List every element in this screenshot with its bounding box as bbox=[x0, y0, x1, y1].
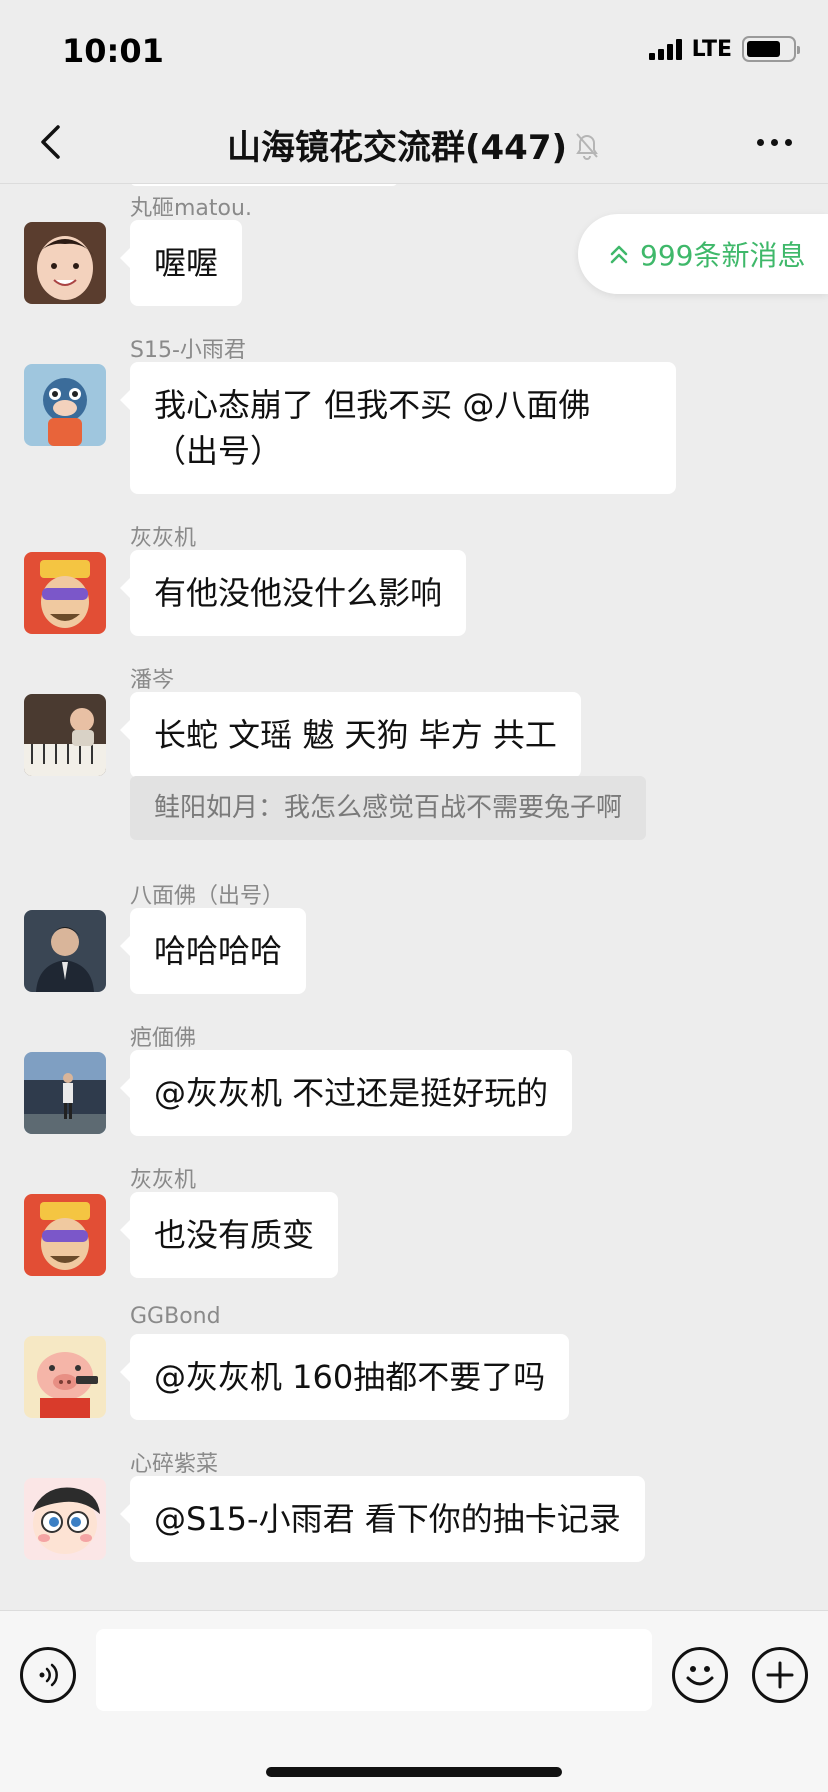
dot bbox=[784, 138, 792, 146]
message-bubble[interactable]: 长蛇 文瑶 魃 天狗 毕方 共工 bbox=[120, 692, 581, 778]
input-bar bbox=[0, 1610, 828, 1792]
chat-title-text: 山海镜花交流群(447) bbox=[226, 128, 568, 168]
network-type: LTE bbox=[691, 36, 732, 62]
battery-fill bbox=[747, 41, 780, 57]
dot bbox=[770, 138, 778, 146]
avatar[interactable] bbox=[24, 552, 106, 634]
sender-name: 灰灰机 bbox=[130, 526, 197, 551]
chat-header: 山海镜花交流群(447) bbox=[0, 100, 828, 184]
avatar-image bbox=[24, 222, 106, 304]
status-bar: 10:01 LTE bbox=[0, 0, 828, 100]
avatar[interactable] bbox=[24, 364, 106, 446]
avatar-image bbox=[24, 1336, 106, 1418]
new-messages-label: 999条新消息 bbox=[640, 239, 806, 272]
mute-bell-icon bbox=[576, 132, 598, 160]
sender-name: 疤偭佛 bbox=[130, 1026, 197, 1051]
partial-message-bubble bbox=[130, 184, 398, 186]
voice-input-button[interactable] bbox=[20, 1647, 76, 1703]
sender-name: S15-小雨君 bbox=[130, 338, 246, 363]
plus-icon bbox=[766, 1661, 794, 1689]
avatar-image bbox=[24, 1194, 106, 1276]
quoted-message[interactable]: 鲑阳如月：我怎么感觉百战不需要兔子啊 bbox=[130, 776, 647, 840]
more-actions-button[interactable] bbox=[752, 1647, 808, 1703]
dot bbox=[756, 138, 764, 146]
message-list[interactable]: 丸砸matou. 喔喔 S15-小雨君 我心态崩了 但我不买 @八面佛（出号） bbox=[0, 184, 828, 1610]
avatar-image bbox=[24, 552, 106, 634]
avatar[interactable] bbox=[24, 1478, 106, 1560]
sender-name: 灰灰机 bbox=[130, 1168, 197, 1193]
message-bubble[interactable]: 哈哈哈哈 bbox=[119, 908, 307, 994]
double-chevron-up-icon bbox=[610, 245, 628, 264]
home-indicator bbox=[266, 1767, 562, 1777]
sender-name: 丸砸matou. bbox=[130, 196, 252, 221]
message-bubble[interactable]: 喔喔 bbox=[119, 220, 243, 306]
avatar[interactable] bbox=[24, 694, 106, 776]
battery-icon bbox=[742, 36, 800, 62]
avatar-image bbox=[24, 694, 106, 776]
avatar[interactable] bbox=[24, 1194, 106, 1276]
message-bubble[interactable]: 也没有质变 bbox=[119, 1192, 339, 1278]
avatar[interactable] bbox=[24, 910, 106, 992]
new-messages-button[interactable]: 999条新消息 bbox=[578, 214, 828, 294]
message-bubble[interactable]: 有他没他没什么影响 bbox=[119, 550, 467, 636]
message-bubble[interactable]: @灰灰机 160抽都不要了吗 bbox=[119, 1334, 570, 1420]
avatar[interactable] bbox=[24, 1336, 106, 1418]
avatar-image bbox=[24, 364, 106, 446]
message-input[interactable] bbox=[96, 1629, 652, 1711]
avatar-image bbox=[24, 1052, 106, 1134]
avatar-image bbox=[24, 1478, 106, 1560]
sender-name: 心碎紫菜 bbox=[130, 1452, 219, 1477]
avatar[interactable] bbox=[24, 1052, 106, 1134]
emoji-button[interactable] bbox=[672, 1647, 728, 1703]
signal-icon bbox=[648, 38, 682, 60]
sender-name: 潘岑 bbox=[130, 668, 175, 693]
smiley-icon bbox=[686, 1666, 714, 1686]
sender-name: 八面佛（出号） bbox=[130, 884, 285, 909]
avatar-image bbox=[24, 910, 106, 992]
message-bubble[interactable]: @S15-小雨君 看下你的抽卡记录 bbox=[120, 1476, 645, 1562]
status-indicators: LTE bbox=[648, 36, 800, 62]
chat-title: 山海镜花交流群(447) bbox=[0, 120, 828, 169]
sender-name: GGBond bbox=[130, 1304, 221, 1329]
message-bubble[interactable]: @灰灰机 不过还是挺好玩的 bbox=[119, 1050, 573, 1136]
more-options-button[interactable] bbox=[746, 122, 802, 162]
avatar[interactable] bbox=[24, 222, 106, 304]
voice-icon bbox=[39, 1663, 58, 1687]
status-time: 10:01 bbox=[62, 32, 164, 70]
message-bubble[interactable]: 我心态崩了 但我不买 @八面佛（出号） bbox=[120, 362, 676, 494]
